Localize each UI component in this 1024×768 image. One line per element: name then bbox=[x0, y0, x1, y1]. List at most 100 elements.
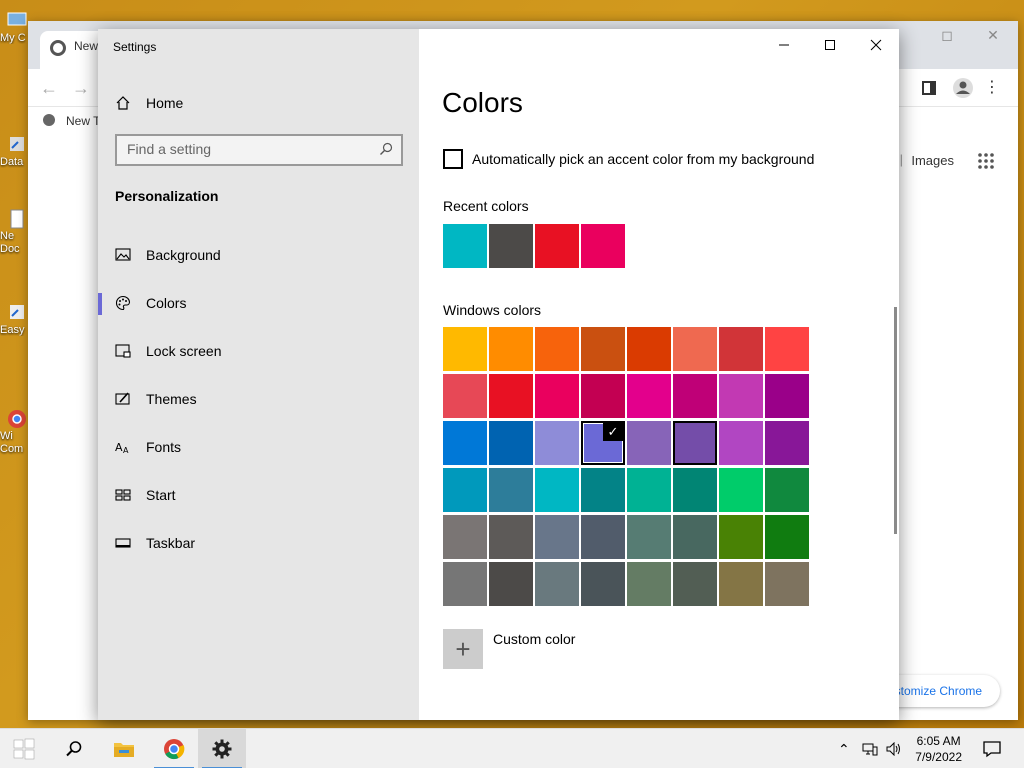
nav-start[interactable]: Start bbox=[98, 475, 419, 515]
nav-fonts[interactable]: AA Fonts bbox=[98, 427, 419, 467]
recent-color-swatch[interactable] bbox=[581, 224, 625, 268]
images-link[interactable]: Images bbox=[911, 153, 954, 168]
windows-color-swatch[interactable] bbox=[443, 468, 487, 512]
windows-color-swatch[interactable] bbox=[489, 327, 533, 371]
windows-color-swatch[interactable] bbox=[443, 374, 487, 418]
windows-color-swatch[interactable] bbox=[535, 374, 579, 418]
apps-grid-icon[interactable] bbox=[978, 153, 994, 169]
search-icon bbox=[380, 142, 393, 155]
document-icon bbox=[10, 209, 24, 229]
desktop-icon-data[interactable]: Data bbox=[0, 134, 30, 168]
recent-color-swatch[interactable] bbox=[489, 224, 533, 268]
windows-color-swatch[interactable] bbox=[673, 374, 717, 418]
windows-color-swatch[interactable] bbox=[581, 374, 625, 418]
nav-background[interactable]: Background bbox=[98, 235, 419, 275]
desktop-icon-label: Data bbox=[0, 156, 24, 168]
chrome-maximize-button[interactable]: ◻ bbox=[924, 27, 970, 44]
windows-color-swatch[interactable] bbox=[627, 515, 671, 559]
nav-themes[interactable]: Themes bbox=[98, 379, 419, 419]
recent-color-swatch[interactable] bbox=[535, 224, 579, 268]
auto-pick-accent-option[interactable]: Automatically pick an accent color from … bbox=[443, 149, 814, 169]
bookmark-new-tab[interactable]: New T bbox=[66, 114, 100, 128]
maximize-button[interactable] bbox=[807, 29, 853, 61]
windows-color-swatch[interactable] bbox=[719, 562, 763, 606]
windows-color-swatch[interactable]: ✓ bbox=[581, 421, 625, 465]
search-taskbar-button[interactable] bbox=[50, 729, 98, 768]
windows-color-swatch[interactable] bbox=[489, 468, 533, 512]
folder-icon bbox=[114, 743, 134, 757]
search-input[interactable]: Find a setting bbox=[115, 134, 403, 166]
windows-color-swatch[interactable] bbox=[627, 468, 671, 512]
windows-color-swatch[interactable] bbox=[581, 515, 625, 559]
recent-color-swatch[interactable] bbox=[443, 224, 487, 268]
scrollbar-thumb[interactable] bbox=[894, 307, 897, 534]
windows-color-swatch[interactable] bbox=[489, 374, 533, 418]
forward-arrow-icon[interactable]: → bbox=[72, 78, 90, 99]
windows-color-swatch[interactable] bbox=[443, 515, 487, 559]
chrome-taskbar-button[interactable] bbox=[150, 729, 198, 768]
start-button[interactable] bbox=[0, 729, 48, 768]
windows-color-swatch[interactable] bbox=[443, 562, 487, 606]
volume-icon[interactable] bbox=[886, 742, 902, 756]
chrome-close-button[interactable]: ✕ bbox=[970, 27, 1016, 44]
windows-color-swatch[interactable] bbox=[765, 468, 809, 512]
windows-color-swatch[interactable] bbox=[581, 327, 625, 371]
menu-kebab-icon[interactable]: ⋮ bbox=[984, 77, 1000, 97]
windows-color-swatch[interactable] bbox=[535, 327, 579, 371]
windows-color-swatch[interactable] bbox=[489, 562, 533, 606]
windows-color-swatch[interactable] bbox=[627, 374, 671, 418]
nav-colors[interactable]: Colors bbox=[98, 283, 419, 323]
windows-color-swatch[interactable] bbox=[627, 327, 671, 371]
close-button[interactable] bbox=[853, 29, 899, 61]
windows-color-swatch[interactable] bbox=[443, 327, 487, 371]
windows-color-swatch[interactable] bbox=[719, 515, 763, 559]
windows-color-swatch[interactable] bbox=[535, 468, 579, 512]
windows-color-swatch[interactable] bbox=[443, 421, 487, 465]
windows-color-swatch[interactable] bbox=[535, 421, 579, 465]
windows-color-swatch[interactable] bbox=[673, 562, 717, 606]
desktop-icon-easy[interactable]: Easy bbox=[0, 302, 30, 336]
desktop-icon-windows-compat[interactable]: Wi Com bbox=[0, 408, 30, 456]
notification-icon bbox=[983, 741, 1001, 758]
windows-color-swatch[interactable] bbox=[627, 421, 671, 465]
windows-color-swatch[interactable] bbox=[765, 562, 809, 606]
windows-color-swatch[interactable] bbox=[673, 468, 717, 512]
windows-color-swatch[interactable] bbox=[765, 421, 809, 465]
settings-taskbar-button[interactable] bbox=[198, 729, 246, 768]
file-explorer-button[interactable] bbox=[100, 729, 148, 768]
profile-icon[interactable] bbox=[952, 77, 974, 99]
nav-taskbar[interactable]: Taskbar bbox=[98, 523, 419, 563]
windows-color-swatch[interactable] bbox=[673, 421, 717, 465]
windows-color-swatch[interactable] bbox=[765, 374, 809, 418]
side-panel-icon[interactable] bbox=[922, 81, 936, 95]
windows-color-swatch[interactable] bbox=[489, 515, 533, 559]
chevron-up-icon[interactable]: ⌃ bbox=[838, 741, 850, 758]
auto-pick-accent-checkbox[interactable] bbox=[443, 149, 463, 169]
back-arrow-icon[interactable]: ← bbox=[40, 78, 58, 99]
network-icon[interactable] bbox=[862, 742, 878, 756]
windows-color-swatch[interactable] bbox=[719, 468, 763, 512]
action-center-button[interactable] bbox=[968, 729, 1016, 768]
windows-color-swatch[interactable] bbox=[673, 327, 717, 371]
windows-color-swatch[interactable] bbox=[719, 327, 763, 371]
windows-color-swatch[interactable] bbox=[719, 421, 763, 465]
desktop-icon-my-computer[interactable]: My C bbox=[0, 10, 30, 44]
windows-color-swatch[interactable] bbox=[719, 374, 763, 418]
chrome-tab-title: New bbox=[74, 39, 99, 53]
windows-color-swatch[interactable] bbox=[765, 515, 809, 559]
themes-icon bbox=[115, 392, 130, 405]
minimize-button[interactable] bbox=[761, 29, 807, 61]
desktop-icon-new-doc[interactable]: Ne Doc bbox=[0, 208, 30, 256]
windows-color-swatch[interactable] bbox=[489, 421, 533, 465]
windows-color-swatch[interactable] bbox=[535, 515, 579, 559]
nav-lock-screen[interactable]: Lock screen bbox=[98, 331, 419, 371]
windows-color-swatch[interactable] bbox=[627, 562, 671, 606]
custom-color-button[interactable]: + Custom color bbox=[443, 629, 575, 669]
system-clock[interactable]: 6:05 AM 7/9/2022 bbox=[915, 733, 962, 765]
nav-home[interactable]: Home bbox=[98, 83, 419, 123]
windows-color-swatch[interactable] bbox=[581, 468, 625, 512]
windows-color-swatch[interactable] bbox=[535, 562, 579, 606]
windows-color-swatch[interactable] bbox=[581, 562, 625, 606]
windows-color-swatch[interactable] bbox=[765, 327, 809, 371]
windows-color-swatch[interactable] bbox=[673, 515, 717, 559]
